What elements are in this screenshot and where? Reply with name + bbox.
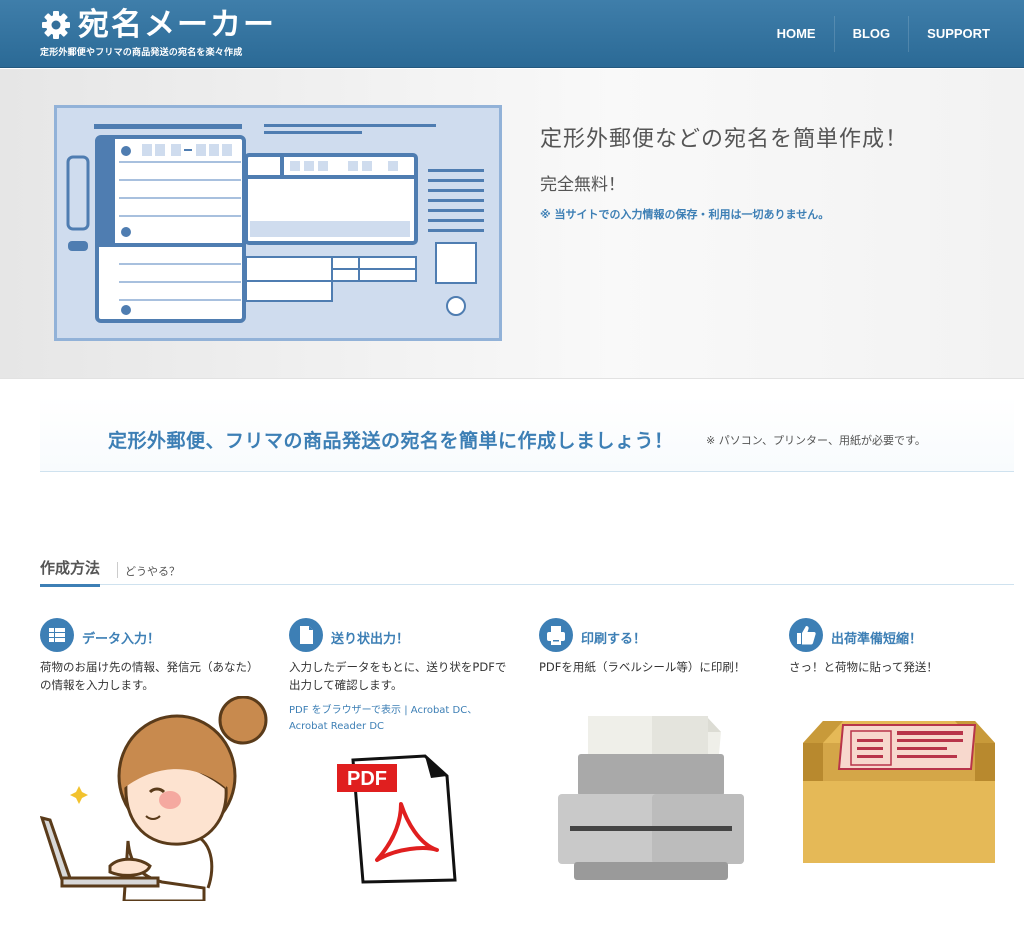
howto-subtitle: どうやる？: [125, 565, 180, 578]
printer-icon: [539, 618, 573, 652]
step-title: 印刷する！: [581, 632, 647, 647]
tagline-note: ※ パソコン、プリンター、用紙が必要です。: [706, 434, 926, 447]
shipping-label-illustration: [54, 105, 502, 341]
step-title: 出荷準備短縮！: [831, 632, 923, 647]
step-description: 荷物のお届け先の情報、発信元（あなた）の情報を入力します。: [40, 660, 259, 692]
hero-title: 定形外郵便などの宛名を簡単作成！: [540, 127, 909, 152]
tagline-banner: 定形外郵便、フリマの商品発送の宛名を簡単に作成しましょう！ ※ パソコン、プリン…: [40, 396, 1014, 472]
logo-subtitle: 定形外郵便やフリマの商品発送の宛名を楽々作成: [40, 48, 243, 58]
step-description: さっ！と荷物に貼って発送！: [789, 660, 938, 674]
thumbs-up-icon: [789, 618, 823, 652]
step-description: 入力したデータをもとに、送り状をPDFで出力して確認します。: [289, 660, 507, 692]
pdf-label: PDF: [347, 768, 387, 790]
step-title: 送り状出力！: [331, 632, 410, 647]
tagline-main: 定形外郵便、フリマの商品発送の宛名を簡単に作成しましょう！: [108, 430, 674, 452]
howto-heading: 作成方法 どうやる？: [40, 557, 1014, 587]
document-icon: [289, 618, 323, 652]
printer-illustration: [558, 716, 744, 880]
hero-privacy-note: ※ 当サイトでの入力情報の保存・利用は一切ありません。: [540, 208, 830, 221]
step-description: PDFを用紙（ラベルシール等）に印刷！: [539, 660, 746, 674]
gear-icon: [42, 11, 70, 39]
nav-blog[interactable]: BLOG: [833, 16, 909, 52]
step-title: データ入力！: [82, 632, 161, 647]
woman-typing-illustration: [40, 696, 268, 901]
howto-title: 作成方法: [40, 557, 101, 587]
nav-home[interactable]: HOME: [759, 16, 834, 52]
hero-free-text: 完全無料！: [540, 175, 625, 195]
pdf-document-illustration: PDF: [337, 754, 457, 884]
main-nav: HOME BLOG SUPPORT: [759, 16, 1008, 52]
logo-title: 宛名メーカー: [78, 7, 276, 43]
site-header: 宛名メーカー 定形外郵便やフリマの商品発送の宛名を楽々作成 HOME BLOG …: [0, 0, 1024, 68]
nav-support[interactable]: SUPPORT: [908, 16, 1008, 52]
shipping-box-illustration: [803, 721, 995, 863]
acrobat-help-link[interactable]: PDF をブラウザーで表示 | Acrobat DC、Acrobat Reade…: [289, 703, 514, 735]
table-icon: [40, 618, 74, 652]
heading-divider: [117, 562, 118, 578]
logo[interactable]: 宛名メーカー: [40, 8, 276, 42]
hero-section: 定形外郵便などの宛名を簡単作成！ 完全無料！ ※ 当サイトでの入力情報の保存・利…: [0, 69, 1024, 379]
